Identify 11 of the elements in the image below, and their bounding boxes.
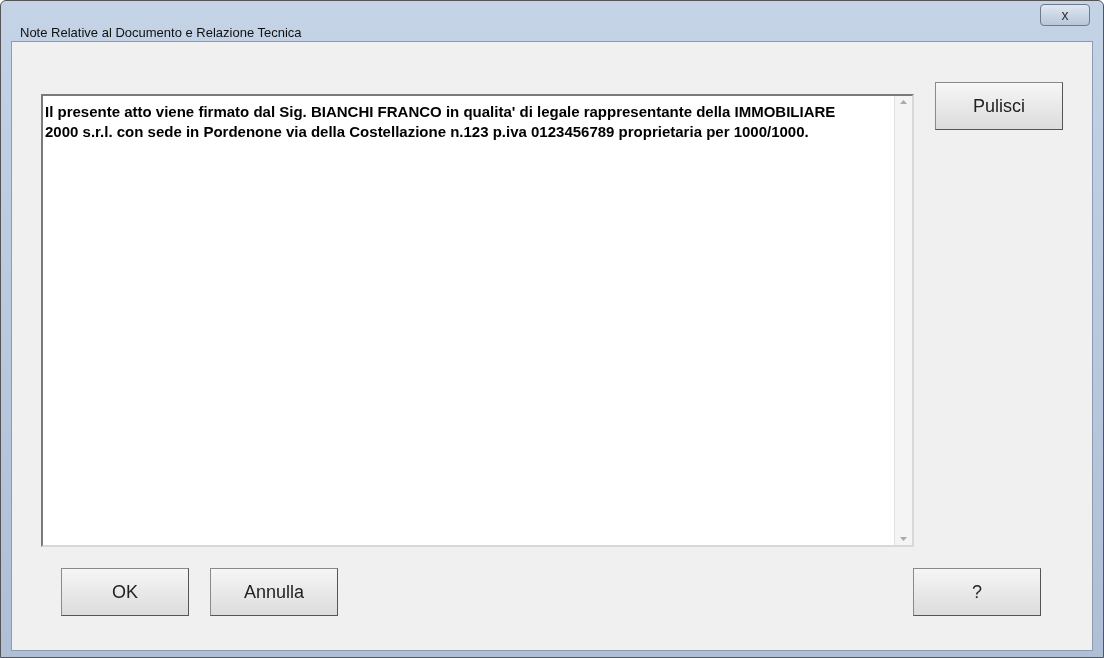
clear-button[interactable]: Pulisci xyxy=(935,82,1063,130)
scrollbar[interactable] xyxy=(894,96,912,545)
ok-button[interactable]: OK xyxy=(61,568,189,616)
cancel-button[interactable]: Annulla xyxy=(210,568,338,616)
close-button[interactable]: x xyxy=(1040,4,1090,26)
scroll-up-icon[interactable] xyxy=(900,100,907,104)
notes-text: Il presente atto viene firmato dal Sig. BIANCHI FRANCO in qualita' di legale rappresentante della IMMOBILIARE 2000 s.r.l. con sede in Pordenone via della Costellazione n.123 p.iva 0123456789 proprietaria per 1000/1000. xyxy=(44,102,837,142)
help-button[interactable]: ? xyxy=(913,568,1041,616)
notes-field[interactable] xyxy=(41,94,914,547)
window-title: Note Relative al Documento e Relazione Tecnica xyxy=(20,24,302,42)
scroll-down-icon[interactable] xyxy=(900,537,907,541)
